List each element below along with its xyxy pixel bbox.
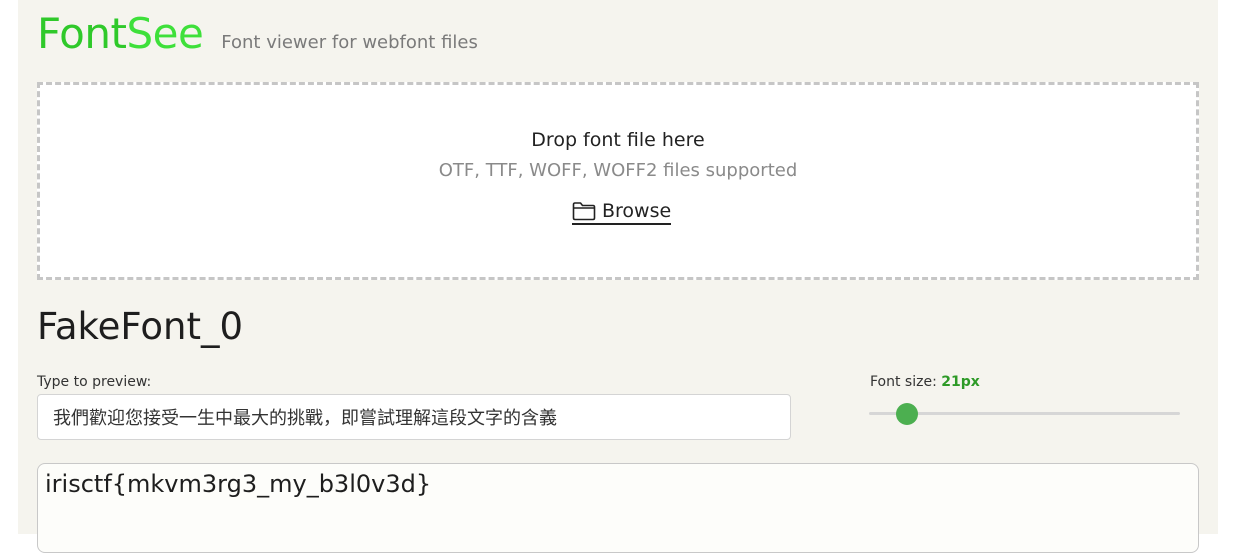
app-tagline: Font viewer for webfont files <box>221 32 478 53</box>
preview-label: Type to preview: <box>37 374 152 390</box>
font-name-heading: FakeFont_0 <box>37 305 244 348</box>
preview-input[interactable] <box>37 394 791 440</box>
page: FontSee Font viewer for webfont files Dr… <box>18 0 1218 553</box>
preview-output[interactable]: irisctf{mkvm3rg3_my_b3l0v3d} <box>37 463 1199 553</box>
header: FontSee Font viewer for webfont files <box>37 8 478 60</box>
logo-see-text: See <box>126 9 204 58</box>
logo-font-text: Font <box>37 9 127 58</box>
font-size-value: 21px <box>941 374 980 390</box>
folder-icon <box>572 202 596 221</box>
app-logo: FontSee <box>37 8 204 60</box>
dropzone-title: Drop font file here <box>531 129 705 151</box>
font-size-label: Font size: 21px <box>870 374 980 390</box>
dropzone-subtitle: OTF, TTF, WOFF, WOFF2 files supported <box>438 160 798 181</box>
browse-button[interactable]: Browse <box>572 200 672 225</box>
font-dropzone[interactable]: Drop font file here OTF, TTF, WOFF, WOFF… <box>37 82 1199 280</box>
font-size-label-text: Font size: <box>870 374 937 390</box>
font-size-slider-thumb[interactable] <box>896 403 918 425</box>
browse-label: Browse <box>602 200 672 222</box>
